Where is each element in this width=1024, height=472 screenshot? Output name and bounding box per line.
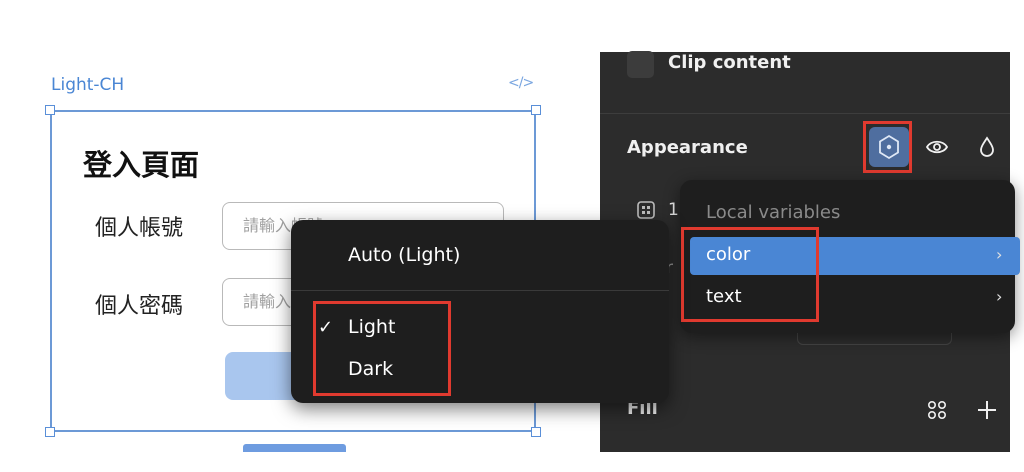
size-label-bar <box>243 444 346 452</box>
resize-handle-bottom-left[interactable] <box>45 427 55 437</box>
page-title: 登入頁面 <box>83 148 200 182</box>
partial-value: 1 <box>668 200 679 220</box>
menu-item-auto-light[interactable]: Auto (Light) <box>348 244 460 266</box>
code-icon[interactable]: </> <box>508 75 534 91</box>
highlight-box-variables <box>681 227 819 322</box>
drop-icon[interactable] <box>977 135 997 159</box>
account-label: 個人帳號 <box>95 216 184 241</box>
clip-content-checkbox[interactable] <box>627 51 654 78</box>
highlight-box-modes <box>313 301 451 396</box>
eye-icon[interactable] <box>925 136 949 158</box>
chevron-right-icon: › <box>996 287 1003 306</box>
resize-handle-top-left[interactable] <box>45 105 55 115</box>
grid-icon <box>637 201 655 219</box>
password-label: 個人密碼 <box>95 294 184 319</box>
panel-divider <box>600 113 1010 114</box>
resize-handle-bottom-right[interactable] <box>531 427 541 437</box>
frame-name[interactable]: Light-CH <box>51 75 124 95</box>
plus-icon[interactable] <box>975 398 999 422</box>
local-variables-header: Local variables <box>706 202 841 223</box>
clip-content-label: Clip content <box>668 52 791 73</box>
appearance-heading: Appearance <box>627 137 748 158</box>
chevron-right-icon: › <box>996 245 1003 264</box>
resize-handle-top-right[interactable] <box>531 105 541 115</box>
menu-divider <box>291 290 669 291</box>
dots-grid-icon[interactable] <box>925 398 949 422</box>
highlight-box-variable-button <box>863 121 912 173</box>
